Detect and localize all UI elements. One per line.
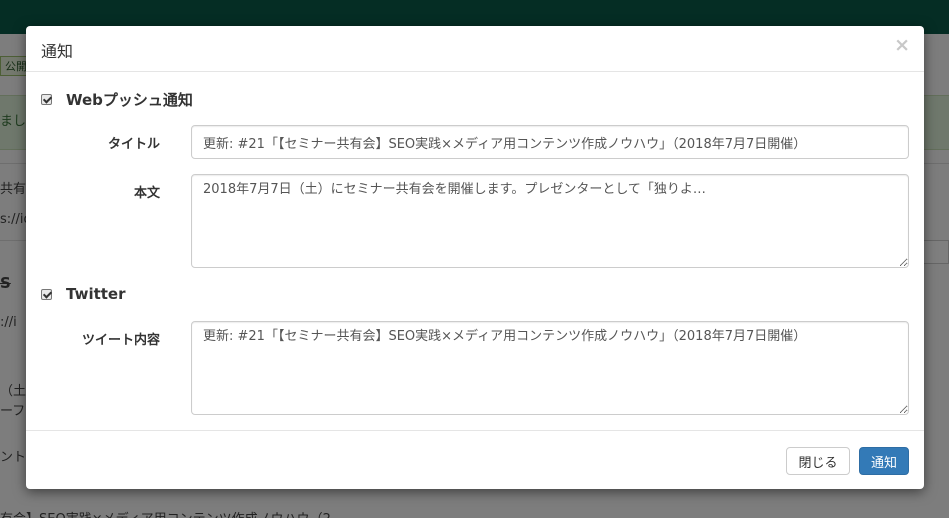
modal-title: 通知 [41,42,74,61]
body-label: 本文 [133,186,160,201]
modal-header: 通知 × [26,26,924,72]
title-label: タイトル [107,137,160,152]
web-push-toggle[interactable]: Webプッシュ通知 [41,89,193,110]
web-push-label: Webプッシュ通知 [66,91,193,109]
notify-button[interactable]: 通知 [859,447,909,475]
twitter-checkbox[interactable] [41,288,52,300]
tweet-content-label: ツイート内容 [81,333,160,348]
close-icon[interactable]: × [894,36,910,55]
twitter-toggle[interactable]: Twitter [41,285,126,303]
web-push-checkbox[interactable] [41,94,52,105]
twitter-label: Twitter [66,285,126,303]
close-button[interactable]: 閉じる [786,447,850,475]
tweet-content-textarea[interactable]: 更新: #21「【セミナー共有会】SEO実践×メディア用コンテンツ作成ノウハウ」… [191,321,909,415]
notification-modal: 通知 × Webプッシュ通知 タイトル 本文 2018年7月7日（土）にセミナー… [26,26,924,489]
push-title-input[interactable] [191,125,909,159]
modal-footer: 閉じる 通知 [26,430,924,489]
push-body-textarea[interactable]: 2018年7月7日（土）にセミナー共有会を開催します。プレゼンターとして「独りよ… [191,174,909,268]
